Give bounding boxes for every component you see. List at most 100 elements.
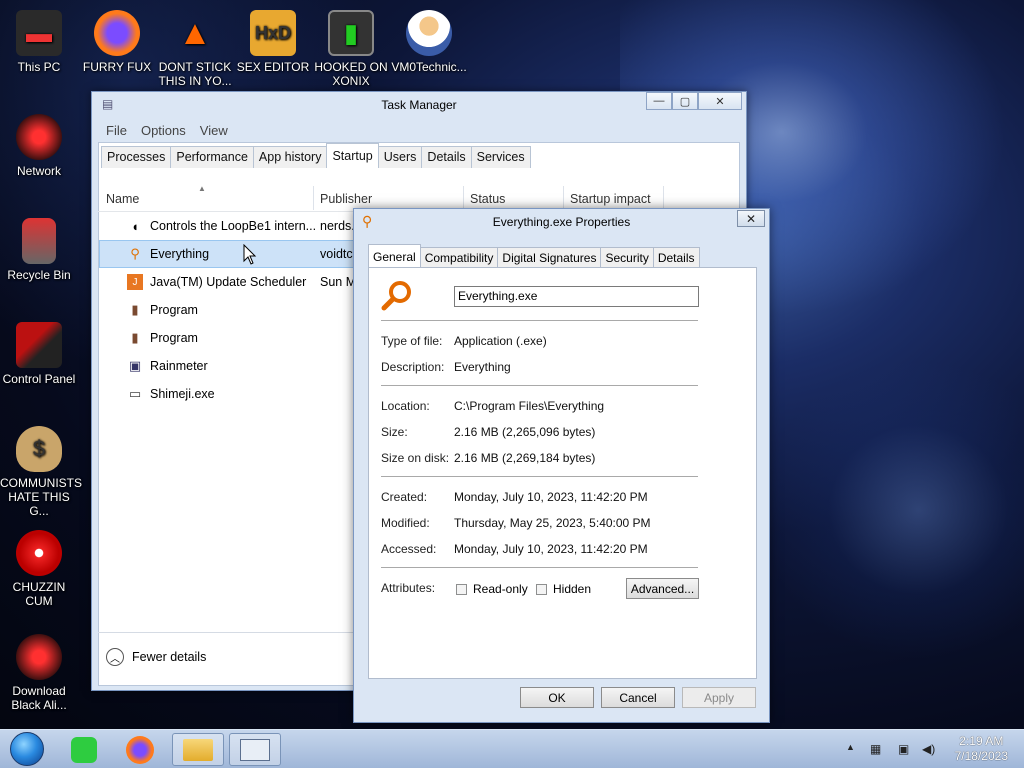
advanced-button[interactable]: Advanced... — [626, 578, 699, 599]
filename-field[interactable]: Everything.exe — [454, 286, 699, 307]
close-button[interactable]: ✕ — [698, 92, 742, 110]
properties-title: Everything.exe Properties — [492, 215, 631, 229]
network-tray-icon[interactable]: ▦ — [870, 742, 881, 756]
magnifier-icon — [381, 281, 411, 311]
row-name: Rainmeter — [150, 359, 208, 373]
column-divider — [563, 186, 564, 210]
vlc-cone-icon: ▲ — [178, 14, 212, 52]
created-value: Monday, July 10, 2023, 11:42:20 PM — [454, 490, 648, 504]
red-orb-icon — [16, 634, 62, 680]
tab-app-history[interactable]: App history — [252, 146, 328, 168]
apply-button[interactable]: Apply — [682, 687, 756, 708]
table-row[interactable]: J Java(TM) Update Scheduler — [100, 268, 354, 296]
tab-details[interactable]: Details — [652, 247, 700, 267]
ok-button[interactable]: OK — [520, 687, 594, 708]
desktop-icon-dont-stick[interactable]: ▲ DONT STICK THIS IN YO... — [156, 10, 234, 88]
start-button[interactable] — [10, 732, 44, 766]
task-manager-menubar: File Options View — [92, 118, 746, 142]
desktop-icon-vm0technic[interactable]: VM0Technic... — [390, 10, 468, 74]
separator — [381, 385, 698, 386]
column-header-name[interactable]: Name — [106, 192, 139, 206]
column-divider — [313, 186, 314, 210]
tab-general[interactable]: General — [368, 244, 421, 267]
row-publisher: Sun M — [320, 275, 357, 289]
desktop-icon-label: Recycle Bin — [7, 268, 71, 282]
tab-services[interactable]: Services — [470, 146, 531, 168]
size-label: Size: — [381, 425, 408, 439]
notes-icon — [71, 736, 97, 763]
tab-security[interactable]: Security — [600, 247, 654, 267]
readonly-label: Read-only — [473, 582, 528, 596]
desktop-icon-this-pc[interactable]: ▬ This PC — [0, 10, 78, 74]
desktop-icon-control-panel[interactable]: Control Panel — [0, 322, 78, 386]
table-row[interactable]: ▮ Program — [100, 324, 354, 352]
desktop-icon-label: HOOKED ON XONIX — [314, 60, 388, 88]
task-manager-title: Task Manager — [381, 98, 457, 112]
tab-performance[interactable]: Performance — [170, 146, 254, 168]
desktop-icon-sex-editor[interactable]: HxD SEX EDITOR — [234, 10, 312, 74]
hidden-checkbox[interactable]: Hidden — [536, 582, 591, 596]
volume-icon[interactable]: ◀) — [922, 742, 935, 756]
column-header-status[interactable]: Status — [470, 192, 505, 206]
computer-icon: ▬ — [16, 10, 62, 56]
system-clock[interactable]: 2:19 AM 7/18/2023 — [955, 734, 1008, 764]
tab-compatibility[interactable]: Compatibility — [419, 247, 499, 267]
size-value: 2.16 MB (2,265,096 bytes) — [454, 425, 596, 439]
window-icon: ▣ — [128, 358, 142, 373]
column-divider — [663, 186, 664, 210]
desktop-icon-communists[interactable]: $ COMMUNISTS HATE THIS G... — [0, 426, 82, 518]
tab-users[interactable]: Users — [377, 146, 423, 168]
table-row[interactable]: ▮ Program — [100, 296, 354, 324]
desktop-icon-label: DONT STICK THIS IN YO... — [158, 60, 232, 88]
cancel-button[interactable]: Cancel — [601, 687, 675, 708]
table-row[interactable]: ▭ Shimeji.exe — [100, 380, 354, 408]
menu-options[interactable]: Options — [141, 123, 186, 138]
column-header-publisher[interactable]: Publisher — [320, 192, 372, 206]
taskbar-notes-app[interactable] — [58, 733, 110, 766]
desktop-icon-label: SEX EDITOR — [236, 60, 310, 74]
desktop-icon-label: CHUZZIN CUM — [12, 580, 66, 608]
fewer-details-button[interactable]: ︿ Fewer details — [106, 648, 206, 666]
speaker-icon: ◖ — [131, 218, 139, 234]
checkbox-box — [456, 583, 467, 595]
readonly-checkbox[interactable]: Read-only — [456, 582, 528, 596]
tab-processes[interactable]: Processes — [101, 146, 172, 168]
properties-titlebar[interactable]: ⚲ Everything.exe Properties ✕ — [354, 209, 769, 235]
desktop-icon-recycle-bin[interactable]: Recycle Bin — [0, 218, 78, 282]
properties-tabs: General Compatibility Digital Signatures… — [368, 244, 700, 268]
desktop-icon-network[interactable]: Network — [0, 114, 78, 178]
maximize-button[interactable]: ▢ — [672, 92, 698, 110]
close-button[interactable]: ✕ — [737, 210, 765, 227]
taskbar-firefox[interactable] — [114, 733, 166, 766]
taskbar-file-explorer[interactable] — [172, 733, 224, 766]
accessed-value: Monday, July 10, 2023, 11:42:20 PM — [454, 542, 648, 556]
tab-digital-signatures[interactable]: Digital Signatures — [497, 247, 602, 267]
menu-view[interactable]: View — [200, 123, 228, 138]
show-hidden-icons-chevron[interactable]: ▲ — [846, 742, 855, 752]
column-header-startup-impact[interactable]: Startup impact — [570, 192, 651, 206]
table-row[interactable]: ▣ Rainmeter — [100, 352, 354, 380]
row-publisher: nerds. — [320, 219, 355, 233]
program-icon: ▮ — [131, 330, 139, 345]
desktop-icon-download-black[interactable]: Download Black Ali... — [0, 634, 78, 712]
desktop-icon-label: Control Panel — [2, 372, 76, 386]
tab-startup[interactable]: Startup — [326, 143, 379, 168]
desktop-icon-hooked-on-xonix[interactable]: ▮ HOOKED ON XONIX — [312, 10, 390, 88]
menu-file[interactable]: File — [106, 123, 127, 138]
modified-value: Thursday, May 25, 2023, 5:40:00 PM — [454, 516, 651, 530]
firefox-icon — [94, 10, 140, 56]
task-manager-titlebar[interactable]: ▤ Task Manager — ▢ ✕ — [92, 92, 746, 118]
network-wired-icon[interactable]: ▣ — [898, 742, 909, 756]
taskbar-task-manager[interactable] — [229, 733, 281, 766]
table-row[interactable]: ◖ Controls the LoopBe1 intern... — [100, 212, 354, 240]
tab-details[interactable]: Details — [421, 146, 472, 168]
minimize-button[interactable]: — — [646, 92, 672, 110]
desktop-icon-label: COMMUNISTS HATE THIS G... — [0, 476, 82, 518]
task-manager-app-icon: ▤ — [102, 97, 114, 111]
desktop-icon-chuzzin-cum[interactable]: CHUZZIN CUM — [0, 530, 78, 608]
row-publisher: voidtc — [320, 247, 353, 261]
firefox-icon — [126, 735, 154, 764]
task-manager-icon — [240, 738, 270, 761]
desktop-icon-furry-fux[interactable]: FURRY FUX — [78, 10, 156, 74]
money-bag-icon: $ — [16, 426, 62, 472]
